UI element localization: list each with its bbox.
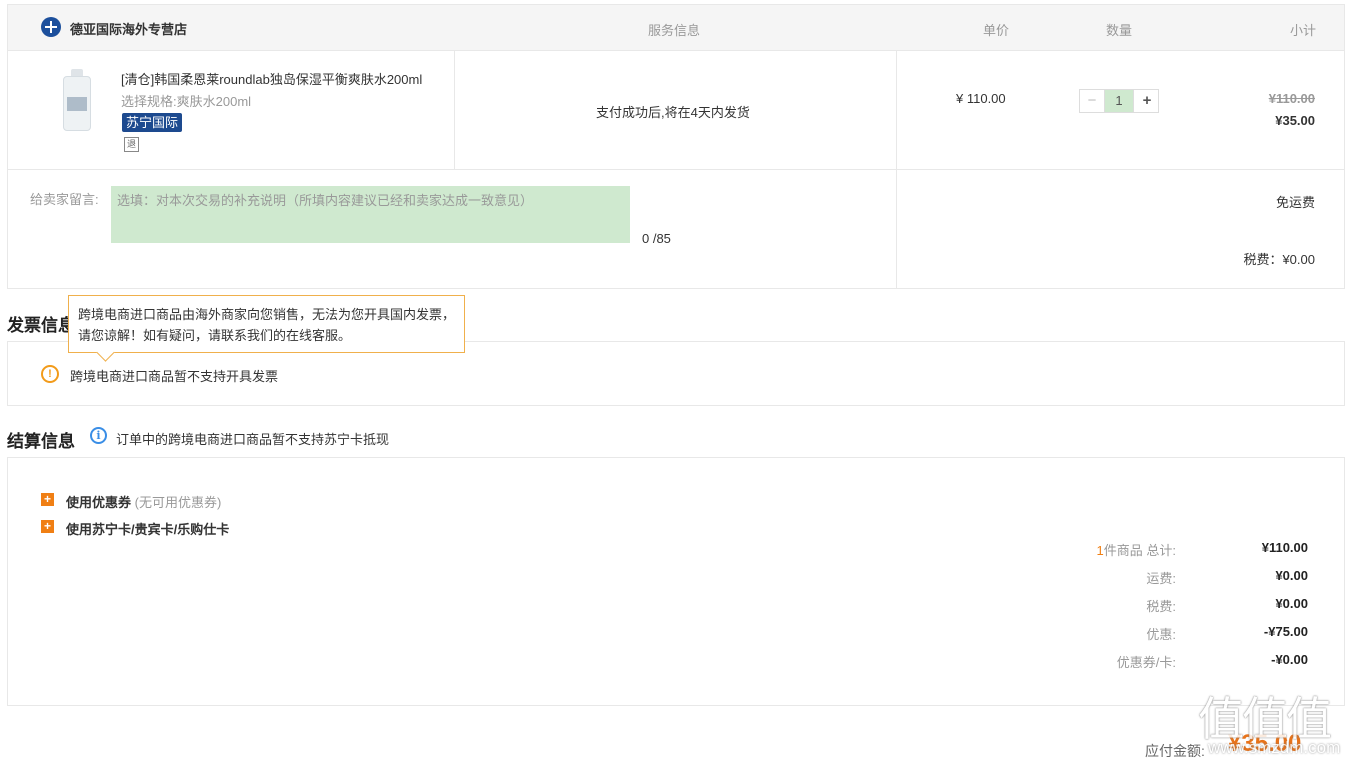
order-header: 德亚国际海外专营店 服务信息 单价 数量 小计 xyxy=(8,5,1344,51)
item-count: 1 xyxy=(1096,543,1104,558)
summary-label-total: 1件商品 总计: xyxy=(1097,540,1176,559)
expand-plus-icon[interactable]: + xyxy=(41,493,54,506)
summary-value-coupon: -¥0.00 xyxy=(1271,652,1308,667)
warning-icon[interactable]: ! xyxy=(41,365,59,383)
product-spec: 选择规格:爽肤水200ml xyxy=(121,91,251,110)
qty-decrease-button[interactable]: − xyxy=(1080,90,1104,112)
order-panel: 德亚国际海外专营店 服务信息 单价 数量 小计 [清仓]韩国柔恩莱roundla… xyxy=(7,4,1345,289)
use-card-toggle[interactable]: 使用苏宁卡/贵宾卡/乐购仕卡 xyxy=(66,519,229,538)
message-char-count: 0 /85 xyxy=(642,231,671,246)
quantity-stepper: − 1 + xyxy=(1079,89,1159,113)
col-subtotal-header: 小计 xyxy=(1290,23,1317,38)
invoice-tooltip: 跨境电商进口商品由海外商家向您销售，无法为您开具国内发票，请您谅解！如有疑问，请… xyxy=(68,295,465,353)
shipping-free-label: 免运费 xyxy=(1275,195,1315,210)
settlement-section-title: 结算信息 xyxy=(7,432,75,451)
divider xyxy=(454,51,455,170)
unit-price: ¥ 110.00 xyxy=(956,91,1006,106)
summary-label-shipping: 运费: xyxy=(1146,571,1176,586)
summary-total-label: 件商品 总计: xyxy=(1103,543,1176,558)
coupon-availability: (无可用优惠券) xyxy=(134,495,222,510)
info-icon: i xyxy=(90,427,107,444)
invoice-notice: 跨境电商进口商品暂不支持开具发票 xyxy=(70,369,279,384)
spec-label: 选择规格: xyxy=(121,94,177,109)
subtotal: ¥35.00 xyxy=(1275,113,1315,128)
divider xyxy=(896,51,897,170)
summary-label-coupon: 优惠券/卡: xyxy=(1116,655,1176,670)
summary-value-total: ¥110.00 xyxy=(1261,540,1308,555)
service-info: 支付成功后,将在4天内发货 xyxy=(596,105,750,120)
expand-plus-icon[interactable]: + xyxy=(41,520,54,533)
summary-value-tax: ¥0.00 xyxy=(1275,596,1308,611)
store-globe-icon xyxy=(41,17,61,37)
seller-message-input[interactable] xyxy=(111,186,630,243)
divider xyxy=(896,170,897,289)
suning-international-badge: 苏宁国际 xyxy=(122,113,183,132)
col-price-header: 单价 xyxy=(983,23,1010,38)
invoice-section-title: 发票信息 xyxy=(7,316,75,335)
product-title-link[interactable]: [清仓]韩国柔恩莱roundlab独岛保湿平衡爽肤水200ml xyxy=(121,69,441,88)
tax-label: 税费：¥0.00 xyxy=(1243,252,1315,267)
col-qty-header: 数量 xyxy=(1106,23,1133,38)
use-coupon-label: 使用优惠券 xyxy=(66,495,132,510)
refund-icon: 退 xyxy=(124,137,139,152)
summary-value-shipping: ¥0.00 xyxy=(1275,568,1308,583)
summary-label-discount: 优惠: xyxy=(1146,627,1176,642)
qty-input[interactable]: 1 xyxy=(1104,90,1134,112)
spec-value: 爽肤水200ml xyxy=(176,94,252,109)
settlement-panel: + 使用优惠券 (无可用优惠券) + 使用苏宁卡/贵宾卡/乐购仕卡 1件商品 总… xyxy=(7,457,1345,706)
product-row: [清仓]韩国柔恩莱roundlab独岛保湿平衡爽肤水200ml 选择规格:爽肤水… xyxy=(8,51,1344,170)
seller-message-label: 给卖家留言: xyxy=(30,192,99,207)
settlement-note: 订单中的跨境电商进口商品暂不支持苏宁卡抵现 xyxy=(116,432,390,447)
qty-increase-button[interactable]: + xyxy=(1135,90,1159,112)
store-name-link[interactable]: 德亚国际海外专营店 xyxy=(70,19,187,38)
col-service-header: 服务信息 xyxy=(648,23,701,38)
product-thumbnail[interactable] xyxy=(63,69,91,131)
original-subtotal: ¥110.00 xyxy=(1268,91,1315,106)
amount-due-label: 应付金额: xyxy=(1145,743,1205,759)
watermark-url: www.smzdm.com xyxy=(1208,738,1341,757)
summary-label-tax: 税费: xyxy=(1146,599,1176,614)
summary-value-discount: -¥75.00 xyxy=(1263,624,1308,639)
use-coupon-toggle[interactable]: 使用优惠券 (无可用优惠券) xyxy=(66,492,221,511)
